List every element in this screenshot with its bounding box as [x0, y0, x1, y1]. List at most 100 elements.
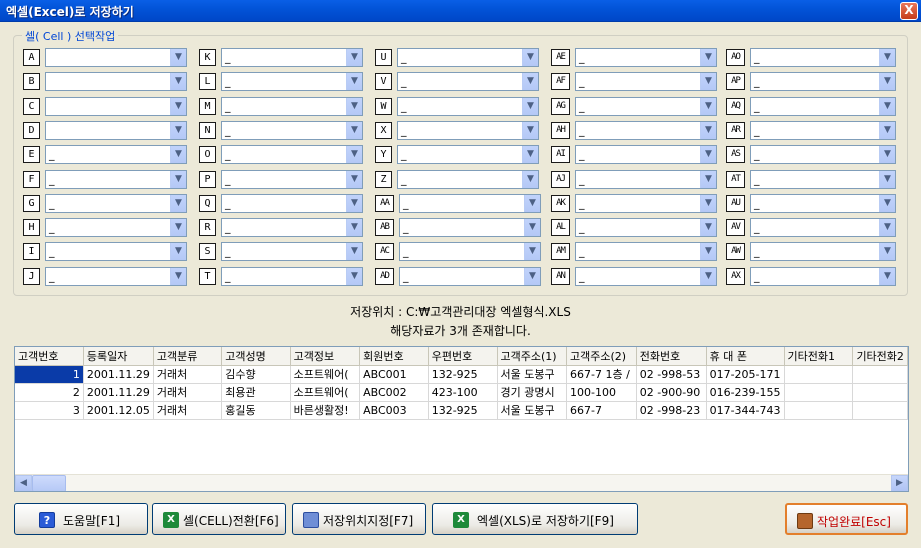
chevron-down-icon[interactable]: ▼: [346, 49, 362, 66]
chevron-down-icon[interactable]: ▼: [522, 49, 538, 66]
column-select[interactable]: _ ▼: [45, 218, 187, 237]
column-select[interactable]: _ ▼: [397, 121, 539, 140]
column-select[interactable]: _ ▼: [221, 72, 363, 91]
table-cell[interactable]: 2001.12.05: [83, 401, 154, 420]
chevron-down-icon[interactable]: ▼: [522, 171, 538, 188]
table-cell[interactable]: 거래처: [153, 383, 223, 402]
column-select[interactable]: _ ▼: [221, 194, 363, 213]
horizontal-scrollbar[interactable]: ◀ ▶: [15, 474, 908, 491]
column-select[interactable]: _ ▼: [397, 48, 539, 67]
column-select[interactable]: _ ▼: [221, 121, 363, 140]
column-select[interactable]: _ ▼: [221, 267, 363, 286]
chevron-down-icon[interactable]: ▼: [170, 98, 186, 115]
chevron-down-icon[interactable]: ▼: [700, 219, 716, 236]
chevron-down-icon[interactable]: ▼: [700, 171, 716, 188]
chevron-down-icon[interactable]: ▼: [522, 73, 538, 90]
column-header[interactable]: 고객주소(2): [566, 347, 637, 366]
column-select[interactable]: _ ▼: [750, 170, 896, 189]
chevron-down-icon[interactable]: ▼: [700, 98, 716, 115]
scroll-thumb[interactable]: [32, 475, 66, 491]
table-cell[interactable]: 거래처: [153, 401, 223, 420]
column-select[interactable]: ▼: [45, 121, 187, 140]
table-cell[interactable]: 3: [15, 401, 84, 420]
chevron-down-icon[interactable]: ▼: [170, 219, 186, 236]
table-cell[interactable]: [784, 383, 854, 402]
chevron-down-icon[interactable]: ▼: [346, 146, 362, 163]
chevron-down-icon[interactable]: ▼: [879, 98, 895, 115]
table-cell[interactable]: 2001.11.29: [83, 383, 154, 402]
table-cell[interactable]: 서울 도봉구: [497, 401, 568, 420]
column-select[interactable]: _ ▼: [750, 267, 896, 286]
chevron-down-icon[interactable]: ▼: [879, 219, 895, 236]
chevron-down-icon[interactable]: ▼: [524, 243, 540, 260]
chevron-down-icon[interactable]: ▼: [524, 219, 540, 236]
column-select[interactable]: _ ▼: [399, 218, 541, 237]
chevron-down-icon[interactable]: ▼: [346, 122, 362, 139]
column-header[interactable]: 등록일자: [83, 347, 154, 366]
table-cell[interactable]: 423-100: [428, 383, 498, 402]
chevron-down-icon[interactable]: ▼: [170, 195, 186, 212]
chevron-down-icon[interactable]: ▼: [346, 219, 362, 236]
chevron-down-icon[interactable]: ▼: [170, 243, 186, 260]
table-cell[interactable]: ABC001: [359, 365, 429, 384]
column-select[interactable]: _ ▼: [399, 267, 541, 286]
column-select[interactable]: _ ▼: [750, 48, 896, 67]
table-cell[interactable]: 017-344-743: [706, 401, 785, 420]
save-location-button[interactable]: 저장위치지정[F7]: [292, 503, 426, 535]
table-cell[interactable]: 100-100: [566, 383, 637, 402]
cell-convert-button[interactable]: X 셀(CELL)전환[F6]: [152, 503, 286, 535]
chevron-down-icon[interactable]: ▼: [879, 243, 895, 260]
column-select[interactable]: _ ▼: [221, 97, 363, 116]
table-cell[interactable]: 바른생활정!: [290, 401, 361, 420]
scroll-left-icon[interactable]: ◀: [15, 475, 32, 491]
column-select[interactable]: _ ▼: [575, 194, 717, 213]
column-select[interactable]: _ ▼: [575, 48, 717, 67]
column-select[interactable]: _ ▼: [397, 72, 539, 91]
chevron-down-icon[interactable]: ▼: [346, 195, 362, 212]
chevron-down-icon[interactable]: ▼: [170, 171, 186, 188]
table-cell[interactable]: 서울 도봉구: [497, 365, 568, 384]
column-select[interactable]: _ ▼: [221, 242, 363, 261]
column-select[interactable]: _ ▼: [750, 145, 896, 164]
column-select[interactable]: _ ▼: [399, 242, 541, 261]
column-select[interactable]: _ ▼: [45, 194, 187, 213]
chevron-down-icon[interactable]: ▼: [700, 49, 716, 66]
chevron-down-icon[interactable]: ▼: [170, 73, 186, 90]
column-header[interactable]: 고객분류: [153, 347, 223, 366]
chevron-down-icon[interactable]: ▼: [346, 73, 362, 90]
column-select[interactable]: _ ▼: [575, 121, 717, 140]
table-cell[interactable]: 016-239-155: [706, 383, 785, 402]
column-header[interactable]: 고객주소(1): [497, 347, 568, 366]
table-cell[interactable]: 2001.11.29: [83, 365, 154, 384]
column-header[interactable]: 전화번호: [636, 347, 707, 366]
table-cell[interactable]: [852, 365, 908, 384]
table-cell[interactable]: 132-925: [428, 365, 498, 384]
table-cell[interactable]: 최용관: [221, 383, 291, 402]
column-select[interactable]: _ ▼: [397, 170, 539, 189]
table-cell[interactable]: 017-205-171: [706, 365, 785, 384]
chevron-down-icon[interactable]: ▼: [346, 171, 362, 188]
column-select[interactable]: _ ▼: [750, 194, 896, 213]
column-select[interactable]: _ ▼: [221, 145, 363, 164]
chevron-down-icon[interactable]: ▼: [879, 171, 895, 188]
chevron-down-icon[interactable]: ▼: [346, 243, 362, 260]
column-header[interactable]: 고객성명: [221, 347, 291, 366]
column-select[interactable]: _ ▼: [45, 242, 187, 261]
column-select[interactable]: ▼: [45, 97, 187, 116]
help-button[interactable]: ? 도움말[F1]: [14, 503, 148, 535]
column-select[interactable]: _ ▼: [45, 145, 187, 164]
column-select[interactable]: _ ▼: [750, 72, 896, 91]
chevron-down-icon[interactable]: ▼: [879, 122, 895, 139]
chevron-down-icon[interactable]: ▼: [524, 268, 540, 285]
table-cell[interactable]: 소프트웨어(: [290, 365, 361, 384]
chevron-down-icon[interactable]: ▼: [879, 49, 895, 66]
chevron-down-icon[interactable]: ▼: [879, 195, 895, 212]
chevron-down-icon[interactable]: ▼: [522, 146, 538, 163]
column-header[interactable]: 휴 대 폰: [706, 347, 785, 366]
table-cell[interactable]: 1: [15, 365, 84, 384]
table-cell[interactable]: 소프트웨어(: [290, 383, 361, 402]
table-cell[interactable]: 거래처: [153, 365, 223, 384]
table-cell[interactable]: 667-7: [566, 401, 637, 420]
chevron-down-icon[interactable]: ▼: [522, 98, 538, 115]
table-row[interactable]: 3 2001.12.05 거래처 홍길동 바른생활정! ABC003 132-925 서울 도…: [15, 401, 908, 420]
